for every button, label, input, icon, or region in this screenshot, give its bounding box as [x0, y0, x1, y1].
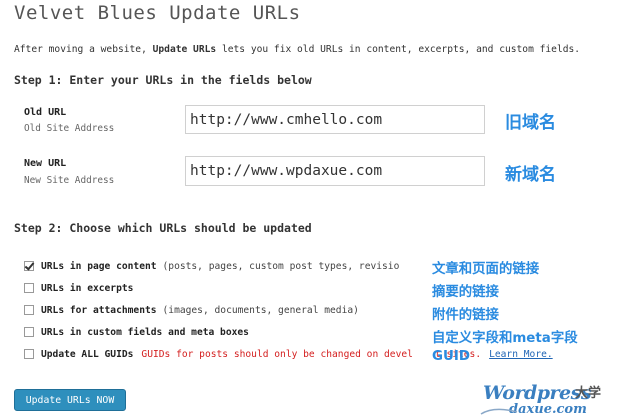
- checkbox-page-content[interactable]: [24, 261, 34, 271]
- option-desc: (images, documents, general media): [162, 304, 359, 316]
- new-url-label: New URL: [24, 158, 67, 169]
- checkbox-attachments[interactable]: [24, 305, 34, 315]
- new-url-sublabel: New Site Address: [24, 175, 115, 186]
- option-label: Update ALL GUIDs: [41, 348, 134, 360]
- old-url-annotation: 旧域名: [505, 113, 556, 133]
- learn-more-link[interactable]: Learn More.: [489, 349, 553, 360]
- update-urls-button[interactable]: Update URLs NOW: [14, 389, 126, 411]
- checkbox-excerpts[interactable]: [24, 283, 34, 293]
- new-url-input[interactable]: [185, 156, 485, 186]
- option-label: URLs in excerpts: [41, 282, 134, 294]
- annotation-custom-fields: 自定义字段和meta字段: [432, 331, 578, 346]
- checkbox-guids[interactable]: [24, 349, 34, 359]
- watermark-logo: Wordpress 大学 daxue.com: [479, 382, 611, 418]
- intro-prefix: After moving a website,: [14, 44, 153, 55]
- intro-plugin-name: Update URLs: [152, 44, 217, 55]
- step2-heading: Step 2: Choose which URLs should be upda…: [14, 221, 312, 235]
- option-custom-fields[interactable]: URLs in custom fields and meta boxes: [24, 325, 255, 339]
- option-page-content[interactable]: URLs in page content (posts, pages, cust…: [24, 259, 399, 273]
- old-url-sublabel: Old Site Address: [24, 123, 115, 134]
- annotation-guid: GUID: [432, 349, 470, 364]
- option-label: URLs in custom fields and meta boxes: [41, 326, 249, 338]
- checkbox-custom-fields[interactable]: [24, 327, 34, 337]
- annotation-attachments: 附件的链接: [432, 308, 499, 323]
- old-url-label: Old URL: [24, 107, 67, 118]
- option-guids[interactable]: Update ALL GUIDs GUIDs for posts should …: [24, 347, 553, 361]
- annotation-excerpts: 摘要的链接: [432, 285, 499, 300]
- swoosh-icon: [480, 408, 518, 415]
- option-label: URLs in page content: [41, 260, 157, 272]
- watermark-word2: daxue.com: [509, 402, 587, 417]
- intro-suffix: lets you fix old URLs in content, excerp…: [216, 44, 581, 55]
- page-title: Velvet Blues Update URLs: [14, 2, 301, 24]
- new-url-annotation: 新域名: [505, 165, 556, 185]
- old-url-input[interactable]: [185, 105, 485, 134]
- option-desc: (posts, pages, custom post types, revisi…: [162, 260, 400, 272]
- annotation-page-content: 文章和页面的链接: [432, 257, 542, 277]
- option-attachments[interactable]: URLs for attachments (images, documents,…: [24, 303, 359, 317]
- guid-warning: GUIDs for posts should only be changed o…: [141, 348, 413, 360]
- option-excerpts[interactable]: URLs in excerpts: [24, 281, 139, 295]
- intro-text: After moving a website, Update URLs lets…: [14, 44, 580, 55]
- option-label: URLs for attachments: [41, 304, 157, 316]
- watermark-cn: 大学: [575, 386, 602, 401]
- step1-heading: Step 1: Enter your URLs in the fields be…: [14, 73, 312, 87]
